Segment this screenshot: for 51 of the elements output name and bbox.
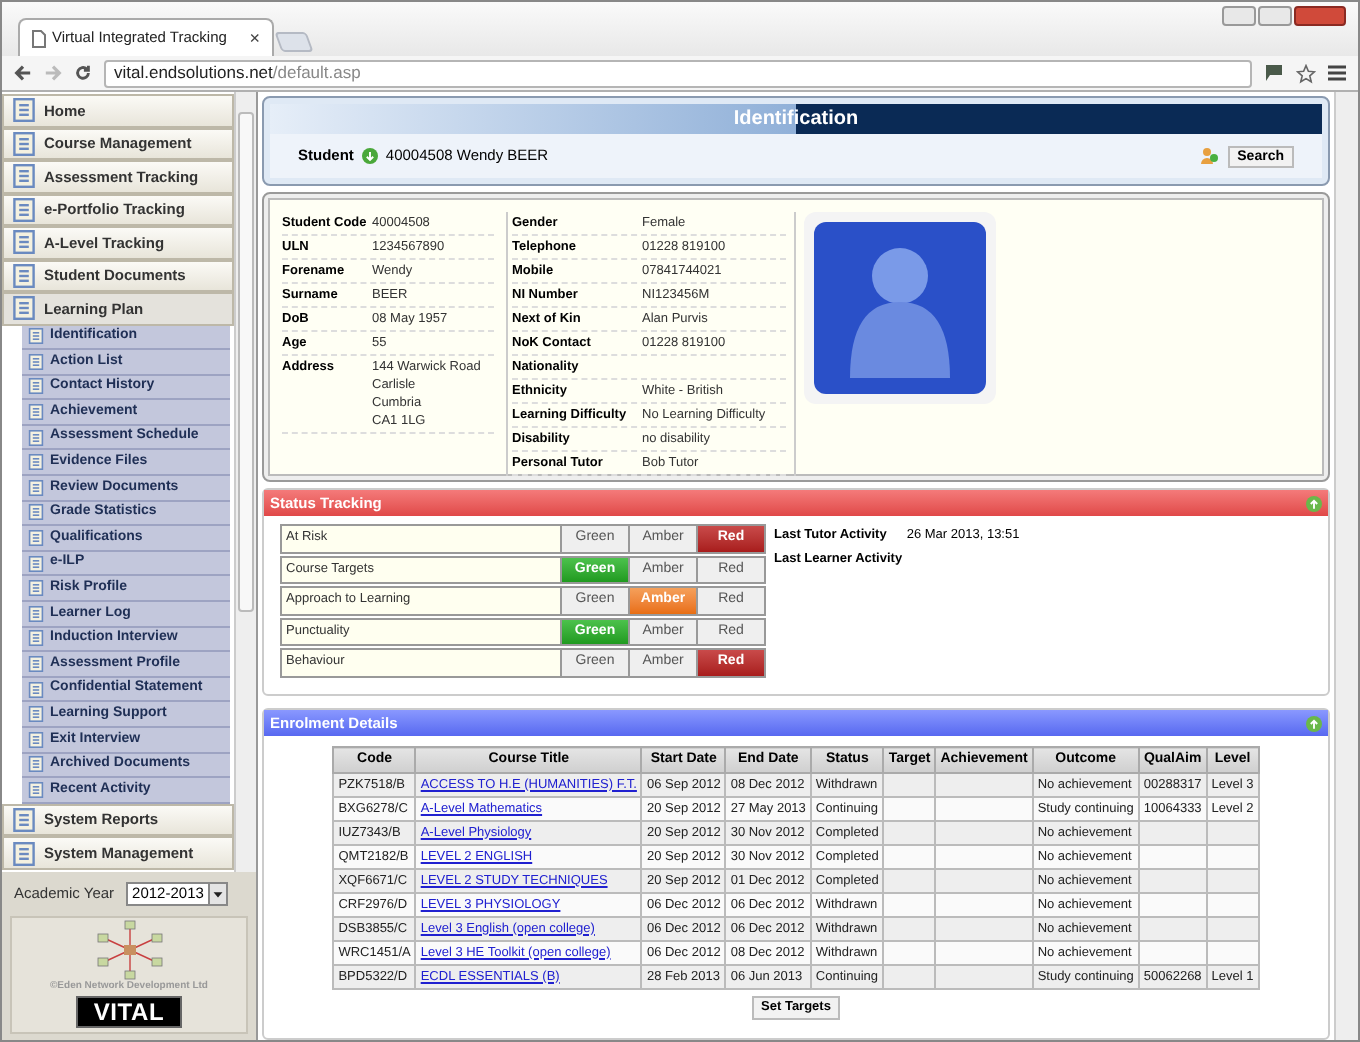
url-host: vital.endsolutions.net	[114, 60, 273, 86]
page-icon	[28, 353, 44, 370]
logo-wordmark: VITAL	[75, 996, 183, 1028]
close-icon[interactable]: ×	[249, 28, 260, 48]
page-icon	[12, 263, 36, 288]
page-icon	[28, 555, 44, 572]
page-icon	[28, 656, 44, 673]
page-icon	[12, 230, 36, 255]
page-icon	[28, 630, 44, 647]
page-icon	[28, 706, 44, 723]
page-icon	[28, 454, 44, 471]
flag-icon[interactable]	[1264, 64, 1284, 82]
scrollbar[interactable]	[234, 92, 256, 872]
scrollbar[interactable]	[1334, 92, 1358, 1040]
page-icon	[28, 580, 44, 597]
collapse-icon[interactable]	[1306, 715, 1322, 731]
page-icon	[28, 504, 44, 521]
page-icon	[12, 296, 36, 321]
page-icon	[32, 29, 46, 47]
arrow-icon	[361, 148, 378, 164]
page-icon	[28, 731, 44, 748]
page-icon	[28, 530, 44, 547]
page-icon	[28, 429, 44, 446]
minimize-button[interactable]	[1222, 6, 1256, 26]
address-bar[interactable]: vital.endsolutions.net/default.asp	[104, 59, 1252, 87]
page-icon	[28, 328, 44, 345]
page-title: Identification	[270, 104, 1322, 134]
page-icon	[28, 781, 44, 798]
page-icon	[12, 164, 36, 189]
page-icon	[12, 98, 36, 123]
people-icon	[1199, 146, 1220, 166]
collapse-icon[interactable]	[1306, 495, 1322, 511]
page-icon	[12, 841, 36, 866]
page-icon	[12, 131, 36, 156]
page-icon	[28, 479, 44, 496]
menu-icon[interactable]	[1328, 64, 1346, 82]
close-button[interactable]	[1294, 6, 1346, 26]
reload-icon[interactable]	[74, 64, 92, 82]
page-icon	[12, 197, 36, 222]
star-icon[interactable]	[1296, 63, 1316, 83]
page-icon	[28, 404, 44, 421]
page-icon	[28, 378, 44, 395]
maximize-button[interactable]	[1258, 6, 1292, 26]
url-path: /default.asp	[272, 60, 361, 86]
page-icon	[28, 681, 44, 698]
page-icon	[28, 756, 44, 773]
page-icon	[12, 808, 36, 833]
page-icon	[28, 605, 44, 622]
network-icon	[93, 919, 165, 979]
back-icon[interactable]	[14, 64, 32, 82]
caret-icon	[207, 884, 226, 904]
